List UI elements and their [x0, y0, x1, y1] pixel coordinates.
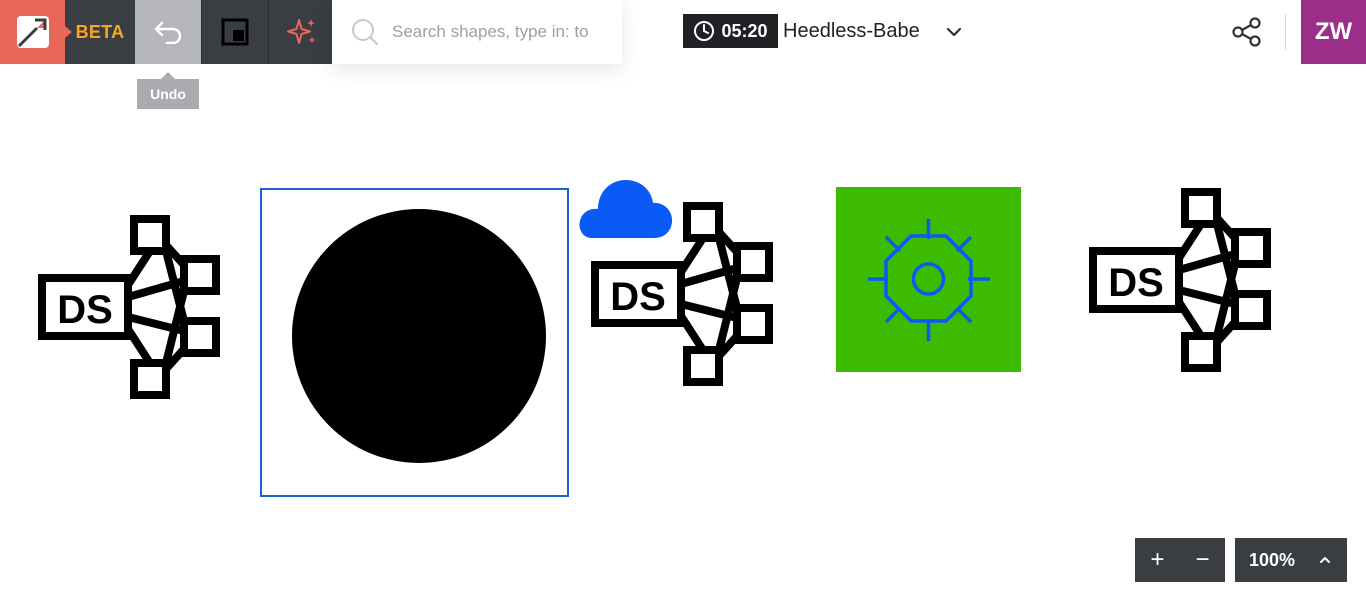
shape-search: [332, 0, 622, 64]
zoom-controls: + −: [1135, 538, 1225, 582]
ai-sparkle-button[interactable]: [268, 0, 335, 64]
main-toolbar: BETA: [0, 0, 335, 64]
clock-icon: [694, 21, 715, 41]
undo-arrow-icon: [154, 21, 182, 44]
chevron-down-icon[interactable]: [944, 22, 964, 42]
session-timer[interactable]: 05:20: [683, 14, 778, 48]
layout-squares-icon: [221, 18, 249, 46]
green-square-wheel-shape[interactable]: [836, 187, 1021, 372]
beta-label: BETA: [75, 21, 125, 42]
zoom-in-button[interactable]: +: [1135, 538, 1180, 582]
undo-tooltip: Undo: [137, 72, 199, 109]
ds-label-3: DS: [1108, 261, 1164, 305]
ds-network-shape-2[interactable]: DS: [591, 202, 775, 386]
search-icon: [352, 19, 378, 45]
user-avatar[interactable]: ZW: [1301, 0, 1366, 64]
ds-label-2: DS: [610, 275, 666, 319]
beta-badge: BETA: [65, 0, 135, 64]
undo-button[interactable]: [135, 0, 201, 64]
layout-button[interactable]: [201, 0, 268, 64]
share-icon[interactable]: [1230, 15, 1264, 49]
ds-network-shape-1[interactable]: DS: [38, 215, 222, 399]
chevron-up-icon: [1320, 557, 1330, 563]
timer-value: 05:20: [721, 20, 768, 41]
zoom-level-value: 100%: [1249, 549, 1296, 570]
document-name[interactable]: Heedless-Babe: [783, 14, 920, 48]
ds-label-1: DS: [57, 288, 113, 332]
app-logo[interactable]: [0, 0, 65, 64]
zoom-level-dropdown[interactable]: 100%: [1235, 538, 1347, 582]
header-divider: [1285, 14, 1286, 50]
zoom-out-button[interactable]: −: [1180, 538, 1225, 582]
ds-network-shape-3[interactable]: DS: [1089, 188, 1273, 372]
search-input[interactable]: [392, 22, 612, 42]
app-logo-icon: [16, 16, 49, 48]
selection-frame[interactable]: [260, 188, 569, 497]
sparkle-icon: [287, 19, 315, 44]
